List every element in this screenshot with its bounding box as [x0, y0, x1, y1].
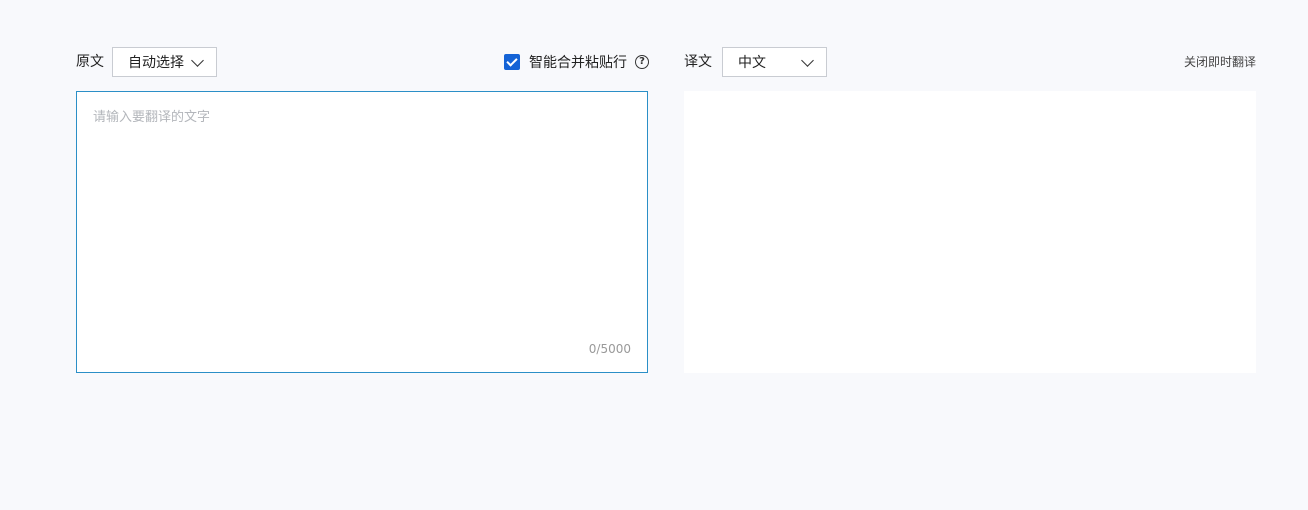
source-text-input[interactable]	[93, 106, 628, 326]
target-language-select[interactable]: 中文	[722, 47, 827, 77]
translation-output-text	[684, 91, 1256, 119]
chevron-down-icon	[191, 53, 204, 67]
merge-paste-label: 智能合并粘贴行	[529, 55, 627, 71]
source-language-value: 自动选择	[128, 55, 184, 71]
char-counter: 0/5000	[588, 342, 631, 356]
merge-paste-option[interactable]: 智能合并粘贴行 ?	[504, 52, 649, 72]
translation-output-panel	[684, 91, 1256, 373]
source-text-panel: 0/5000	[76, 91, 648, 373]
target-language-value: 中文	[738, 55, 766, 71]
source-label: 原文	[76, 54, 104, 70]
help-icon[interactable]: ?	[635, 55, 649, 69]
chevron-down-icon	[801, 53, 814, 67]
source-language-select[interactable]: 自动选择	[112, 47, 217, 77]
close-instant-translate-link[interactable]: 关闭即时翻译	[1184, 53, 1256, 71]
merge-paste-checkbox[interactable]	[504, 54, 520, 70]
target-label: 译文	[684, 54, 712, 70]
